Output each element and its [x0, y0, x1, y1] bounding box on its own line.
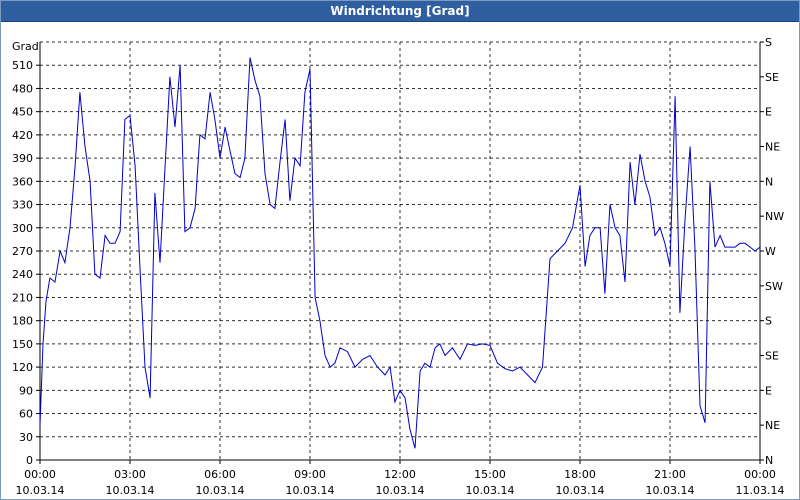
y2-tick-label: N	[765, 454, 773, 467]
y2-tick-label: S	[765, 315, 772, 328]
y-tick-label: 420	[12, 129, 33, 142]
y-tick-label: 210	[12, 291, 33, 304]
x-tick-time: 15:00	[474, 468, 506, 481]
x-tick-time: 12:00	[384, 468, 416, 481]
x-tick-date: 10.03.14	[16, 484, 65, 497]
y2-tick-label: NE	[765, 419, 780, 432]
x-tick-time: 00:00	[744, 468, 776, 481]
y2-tick-label: N	[765, 175, 773, 188]
y-tick-label: 90	[19, 384, 33, 397]
y-tick-label: 360	[12, 175, 33, 188]
x-tick-date: 10.03.14	[106, 484, 155, 497]
x-tick-date: 10.03.14	[556, 484, 605, 497]
y2-tick-label: NE	[765, 141, 780, 154]
y-tick-label: 390	[12, 152, 33, 165]
x-tick-time: 21:00	[654, 468, 686, 481]
x-tick-time: 18:00	[564, 468, 596, 481]
gridlines	[40, 41, 760, 461]
y-tick-label: 300	[12, 222, 33, 235]
x-tick-time: 06:00	[204, 468, 236, 481]
y-tick-label: 0	[26, 454, 33, 467]
y-tick-label: 450	[12, 106, 33, 119]
y-tick-label: 270	[12, 245, 33, 258]
y-tick-label: 480	[12, 82, 33, 95]
y2-tick-label: SE	[765, 350, 779, 363]
y-tick-label: 150	[12, 338, 33, 351]
y2-tick-label: S	[765, 36, 772, 49]
wind-direction-chart: 0 30 60 90 120 150 180 210 240 270 300 330 360 390 420…	[12, 36, 784, 497]
x-tick-date: 11.03.14	[736, 484, 785, 497]
x-tick-date: 10.03.14	[376, 484, 425, 497]
y-axis-title: Grad	[12, 40, 39, 53]
y2-tick-label: E	[765, 384, 772, 397]
y-tick-label: 180	[12, 315, 33, 328]
y2-tick-label: W	[765, 245, 776, 258]
y-tick-label: 120	[12, 361, 33, 374]
tick-labels: 0 30 60 90 120 150 180 210 240 270 300 330 360 390 420…	[12, 36, 784, 497]
y2-tick-label: NW	[765, 210, 784, 223]
y-tick-label: 60	[19, 408, 33, 421]
x-tick-time: 00:00	[24, 468, 56, 481]
x-tick-date: 10.03.14	[646, 484, 695, 497]
y-tick-label: 240	[12, 268, 33, 281]
y2-tick-label: E	[765, 106, 772, 119]
x-tick-date: 10.03.14	[286, 484, 335, 497]
x-tick-date: 10.03.14	[466, 484, 515, 497]
y2-tick-label: SW	[765, 280, 783, 293]
y-tick-label: 510	[12, 59, 33, 72]
x-tick-time: 09:00	[294, 468, 326, 481]
y-tick-label: 30	[19, 431, 33, 444]
y2-tick-label: SE	[765, 71, 779, 84]
x-tick-time: 03:00	[114, 468, 146, 481]
y-tick-label: 330	[12, 199, 33, 212]
x-tick-date: 10.03.14	[196, 484, 245, 497]
